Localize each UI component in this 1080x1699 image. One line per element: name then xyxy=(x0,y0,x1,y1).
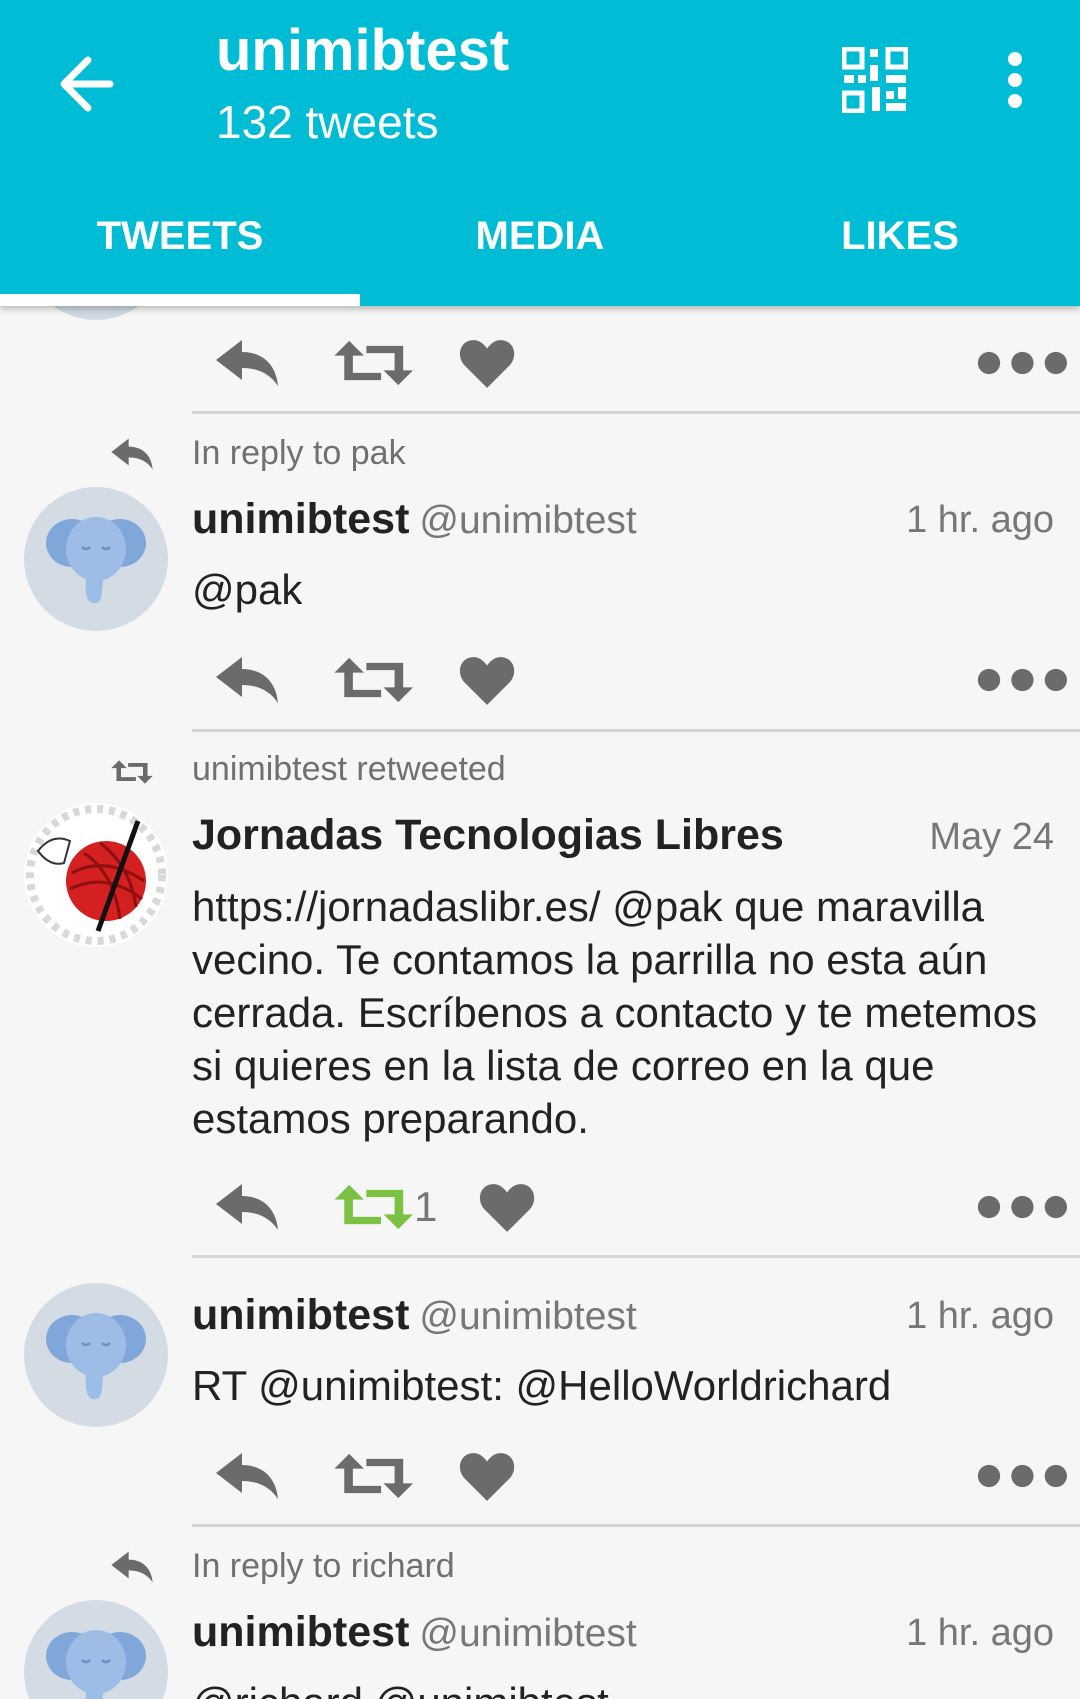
like-heart-icon[interactable] xyxy=(478,1180,534,1234)
avatar[interactable] xyxy=(24,1600,168,1699)
retweet-icon[interactable] xyxy=(332,1449,400,1503)
author-name: unimibtest xyxy=(192,1608,410,1656)
like-heart-icon[interactable] xyxy=(458,1449,514,1503)
divider xyxy=(192,1524,1080,1527)
back-arrow-icon[interactable] xyxy=(48,48,120,120)
tweet-timestamp: 1 hr. ago xyxy=(906,1612,1054,1654)
author-handle: @unimibtest xyxy=(419,499,637,542)
divider xyxy=(192,1255,1080,1258)
reply-icon xyxy=(110,436,154,472)
tweet-count: 132 tweets xyxy=(216,96,439,148)
retweet-count: 1 xyxy=(414,1183,438,1230)
reply-icon[interactable] xyxy=(214,653,280,707)
tweet-actions xyxy=(0,328,1080,398)
like-heart-icon[interactable] xyxy=(458,653,514,707)
like-heart-icon[interactable] xyxy=(458,336,514,390)
tweet-author[interactable]: unimibtest @unimibtest xyxy=(192,492,637,548)
tweet-feed[interactable]: In reply to pak unimibtest @unimibtest 1 … xyxy=(0,306,1080,1699)
app-bar: unimibtest 132 tweets TWEETS MEDIA LIKES xyxy=(0,0,1080,306)
tweet-text: RT @unimibtest: @HelloWorldrichard xyxy=(192,1362,892,1409)
tweet-actions: 1 xyxy=(0,1172,1080,1242)
avatar[interactable] xyxy=(24,487,168,631)
more-horizontal-icon[interactable] xyxy=(976,667,1026,693)
reply-icon[interactable] xyxy=(214,1449,280,1503)
tab-media[interactable]: MEDIA xyxy=(360,196,720,306)
tweet-timestamp: 1 hr. ago xyxy=(906,1295,1054,1337)
divider xyxy=(192,411,1080,414)
yarn-ball-avatar[interactable] xyxy=(24,803,168,947)
reply-icon[interactable] xyxy=(214,336,280,390)
tab-likes[interactable]: LIKES xyxy=(720,196,1080,306)
tweet-actions xyxy=(0,645,1080,715)
author-name: unimibtest xyxy=(192,1291,410,1339)
reply-icon[interactable] xyxy=(214,1180,280,1234)
more-vertical-icon[interactable] xyxy=(990,50,1040,110)
avatar[interactable] xyxy=(24,306,168,320)
divider xyxy=(192,729,1080,732)
profile-title: unimibtest xyxy=(216,18,510,83)
profile-tabs: TWEETS MEDIA LIKES xyxy=(0,196,1080,306)
reply-context: In reply to richard xyxy=(192,1547,455,1585)
tweet-author[interactable]: Jornadas Tecnologias Libres xyxy=(192,808,784,862)
more-horizontal-icon[interactable] xyxy=(976,350,1026,376)
tweet-text: https://jornadaslibr.es/ @pak que maravi… xyxy=(192,883,1038,1142)
tab-tweets[interactable]: TWEETS xyxy=(0,196,360,306)
retweet-icon[interactable] xyxy=(332,653,400,707)
reply-icon xyxy=(110,1549,154,1585)
tweet-author[interactable]: unimibtest @unimibtest xyxy=(192,1605,637,1661)
qr-code-icon[interactable] xyxy=(841,46,909,114)
author-name: Jornadas Tecnologias Libres xyxy=(192,811,784,859)
retweet-icon xyxy=(110,754,154,790)
author-name: unimibtest xyxy=(192,495,410,543)
tweet-text: @richard @unimibtest xyxy=(192,1676,1062,1699)
avatar[interactable] xyxy=(24,1283,168,1427)
author-handle: @unimibtest xyxy=(419,1612,637,1655)
retweet-context: unimibtest retweeted xyxy=(192,750,506,788)
author-handle: @unimibtest xyxy=(419,1295,637,1338)
tweet-actions xyxy=(0,1441,1080,1511)
tweet-timestamp: May 24 xyxy=(929,816,1054,858)
tweet-text: @pak xyxy=(192,566,303,613)
more-horizontal-icon[interactable] xyxy=(976,1194,1026,1220)
retweet-icon[interactable] xyxy=(332,1180,400,1234)
more-horizontal-icon[interactable] xyxy=(976,1463,1026,1489)
retweet-icon[interactable] xyxy=(332,336,400,390)
tweet-author[interactable]: unimibtest @unimibtest xyxy=(192,1288,637,1344)
reply-context: In reply to pak xyxy=(192,434,406,472)
tweet-timestamp: 1 hr. ago xyxy=(906,499,1054,541)
